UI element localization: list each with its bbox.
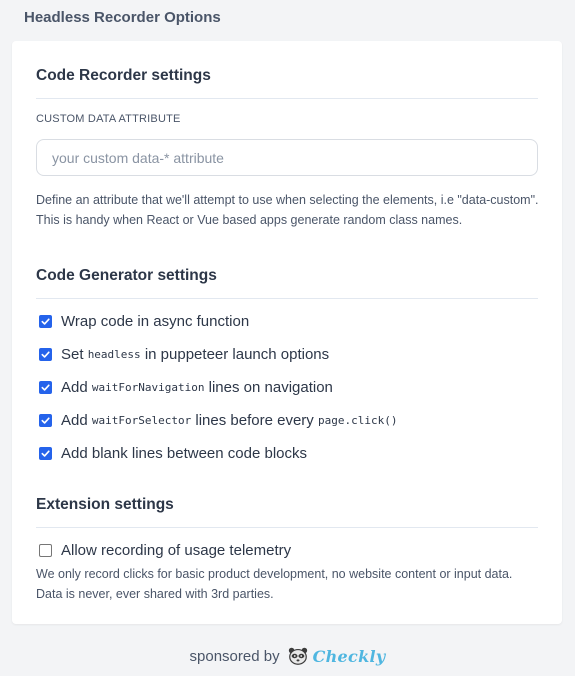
headless-checkbox[interactable] xyxy=(39,348,52,361)
custom-attribute-help-text: Define an attribute that we'll attempt t… xyxy=(36,193,539,227)
raccoon-logo-icon xyxy=(288,647,307,665)
checkmark-icon xyxy=(41,318,50,325)
wait-for-selector-checkbox[interactable] xyxy=(39,414,52,427)
wait-for-navigation-code: waitForNavigation xyxy=(91,381,205,394)
headless-option[interactable]: Set headless in puppeteer launch options xyxy=(39,346,329,363)
section-divider xyxy=(36,527,538,528)
extension-section-title: Extension settings xyxy=(36,496,174,513)
wait-for-selector-label-prefix: Add xyxy=(61,412,88,429)
sponsor-footer: sponsored by Checkly xyxy=(0,645,575,667)
page-title: Headless Recorder Options xyxy=(24,9,221,26)
checkmark-icon xyxy=(41,450,50,457)
custom-data-attribute-label: CUSTOM DATA ATTRIBUTE xyxy=(36,113,181,125)
blank-lines-label: Add blank lines between code blocks xyxy=(61,445,307,462)
wait-for-selector-option[interactable]: Add waitForSelector lines before every p… xyxy=(39,412,397,429)
telemetry-option[interactable]: Allow recording of usage telemetry xyxy=(39,542,291,559)
blank-lines-checkbox[interactable] xyxy=(39,447,52,460)
telemetry-label: Allow recording of usage telemetry xyxy=(61,542,292,559)
custom-data-attribute-input[interactable] xyxy=(36,139,538,176)
checkmark-icon xyxy=(41,384,50,391)
headless-label-prefix: Set xyxy=(61,346,84,363)
checkly-brand[interactable]: Checkly xyxy=(313,647,386,666)
blank-lines-option[interactable]: Add blank lines between code blocks xyxy=(39,445,307,462)
page-click-code: page.click() xyxy=(317,414,398,427)
wait-for-selector-label-suffix: lines before every xyxy=(195,412,314,429)
wrap-async-checkbox[interactable] xyxy=(39,315,52,328)
wait-for-navigation-label-suffix: lines on navigation xyxy=(208,379,333,396)
headless-code: headless xyxy=(87,348,141,361)
wait-for-selector-code: waitForSelector xyxy=(91,414,192,427)
sponsored-by-text: sponsored by xyxy=(189,647,280,665)
checkmark-icon xyxy=(41,417,50,424)
wait-for-navigation-label-prefix: Add xyxy=(61,379,88,396)
code-generator-section-title: Code Generator settings xyxy=(36,267,217,284)
wrap-async-label: Wrap code in async function xyxy=(61,313,250,330)
checkmark-icon xyxy=(41,351,50,358)
options-card: Code Recorder settings CUSTOM DATA ATTRI… xyxy=(12,41,562,624)
telemetry-checkbox[interactable] xyxy=(39,544,52,557)
wait-for-navigation-option[interactable]: Add waitForNavigation lines on navigatio… xyxy=(39,379,333,396)
wait-for-navigation-checkbox[interactable] xyxy=(39,381,52,394)
section-divider xyxy=(36,98,538,99)
code-recorder-section-title: Code Recorder settings xyxy=(36,67,211,84)
headless-label-suffix: in puppeteer launch options xyxy=(144,346,330,363)
telemetry-help-text: We only record clicks for basic product … xyxy=(36,567,513,601)
section-divider xyxy=(36,298,538,299)
wrap-async-option[interactable]: Wrap code in async function xyxy=(39,313,249,330)
